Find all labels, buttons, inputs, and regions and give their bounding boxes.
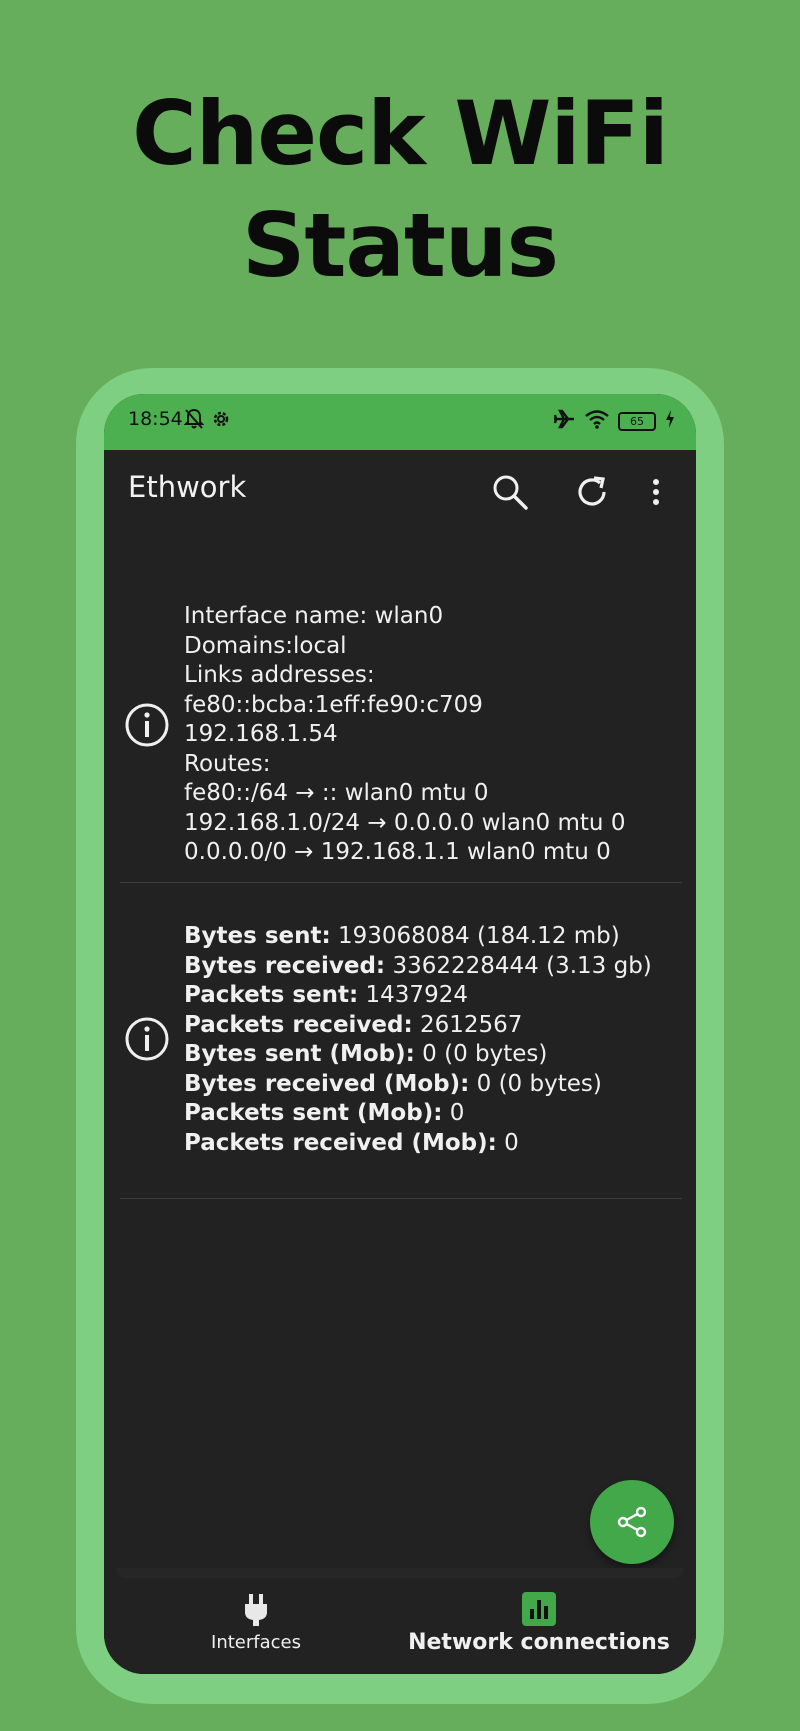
share-icon: [617, 1506, 647, 1538]
interface-info-card: Interface name: wlan0 Domains:local Link…: [104, 602, 696, 876]
bottom-navigation: Interfaces Network connections: [104, 1584, 696, 1674]
bar-chart-icon: [522, 1592, 556, 1626]
stat-row: Bytes sent (Mob): 0 (0 bytes): [184, 1040, 652, 1070]
wifi-icon: [584, 408, 610, 434]
stat-row: Bytes sent: 193068084 (184.12 mb): [184, 922, 652, 952]
interface-line: 192.168.1.0/24 → 0.0.0.0 wlan0 mtu 0: [184, 809, 626, 836]
interface-line: Domains:local: [184, 632, 347, 659]
battery-icon: 65: [618, 411, 656, 431]
phone-screen: 18:54 65 Ethwork Interface name: wlan0 D…: [104, 394, 696, 1674]
content-sheet-edge: [116, 1568, 684, 1578]
stat-value: 1437924: [365, 982, 468, 1008]
nav-item-interfaces[interactable]: Interfaces: [188, 1592, 324, 1653]
stat-label: Packets sent (Mob):: [184, 1100, 443, 1126]
stat-value: 0: [504, 1129, 519, 1156]
stat-label: Bytes received (Mob):: [184, 1070, 470, 1097]
status-time: 18:54: [128, 408, 183, 430]
stat-row: Bytes received (Mob): 0 (0 bytes): [184, 1070, 652, 1100]
interface-line: Links addresses:: [184, 662, 375, 688]
charging-icon: [664, 409, 676, 433]
bell-off-icon: [183, 408, 205, 434]
refresh-icon[interactable]: [570, 470, 614, 514]
status-bar: 18:54 65: [104, 394, 696, 450]
stat-row: Bytes received: 3362228444 (3.13 gb): [184, 952, 652, 982]
divider: [120, 882, 682, 883]
interface-line: fe80::/64 → :: wlan0 mtu 0: [184, 780, 489, 806]
headline-line-1: Check WiFi: [132, 82, 669, 185]
stat-label: Packets sent:: [184, 982, 359, 1008]
gear-icon: [210, 408, 232, 434]
traffic-stats-card: Bytes sent: 193068084 (184.12 mb) Bytes …: [104, 922, 696, 1162]
plug-icon: [245, 1594, 267, 1626]
interface-details: Interface name: wlan0 Domains:local Link…: [184, 602, 625, 868]
stat-value: 193068084 (184.12 mb): [337, 923, 620, 949]
nav-label-interfaces: Interfaces: [211, 1632, 301, 1653]
stat-row: Packets received (Mob): 0: [184, 1129, 652, 1159]
stat-value: 0 (0 bytes): [422, 1041, 548, 1067]
stat-label: Bytes received:: [184, 952, 386, 979]
share-button[interactable]: [590, 1480, 674, 1564]
interface-line: 192.168.1.54: [184, 721, 338, 747]
more-vert-icon[interactable]: [644, 470, 668, 514]
airplane-icon: [552, 408, 576, 434]
nav-item-network-connections[interactable]: Network connections: [404, 1592, 674, 1655]
interface-line: Interface name: wlan0: [184, 603, 444, 629]
stat-value: 2612567: [420, 1011, 523, 1038]
headline: Check WiFi Status: [0, 78, 800, 302]
stat-label: Bytes sent:: [184, 923, 331, 949]
interface-line: fe80::bcba:1eff:fe90:c709: [184, 691, 483, 718]
stat-row: Packets sent: 1437924: [184, 981, 652, 1011]
stat-label: Bytes sent (Mob):: [184, 1041, 415, 1067]
app-title: Ethwork: [128, 470, 247, 504]
stat-value: 3362228444 (3.13 gb): [392, 952, 652, 979]
info-icon: [124, 1016, 170, 1062]
info-icon: [124, 702, 170, 748]
stat-label: Packets received (Mob):: [184, 1129, 497, 1156]
nav-label-network-connections: Network connections: [408, 1630, 670, 1655]
traffic-stats: Bytes sent: 193068084 (184.12 mb) Bytes …: [184, 922, 652, 1158]
stat-value: 0 (0 bytes): [476, 1070, 602, 1097]
stat-row: Packets received: 2612567: [184, 1011, 652, 1041]
divider: [120, 1198, 682, 1199]
stat-row: Packets sent (Mob): 0: [184, 1099, 652, 1129]
interface-line: Routes:: [184, 750, 271, 777]
interface-line: 0.0.0.0/0 → 192.168.1.1 wlan0 mtu 0: [184, 839, 611, 865]
stat-label: Packets received:: [184, 1011, 413, 1038]
stat-value: 0: [449, 1100, 465, 1126]
search-icon[interactable]: [488, 470, 532, 514]
app-bar: Ethwork: [104, 450, 696, 536]
headline-line-2: Status: [242, 194, 559, 297]
